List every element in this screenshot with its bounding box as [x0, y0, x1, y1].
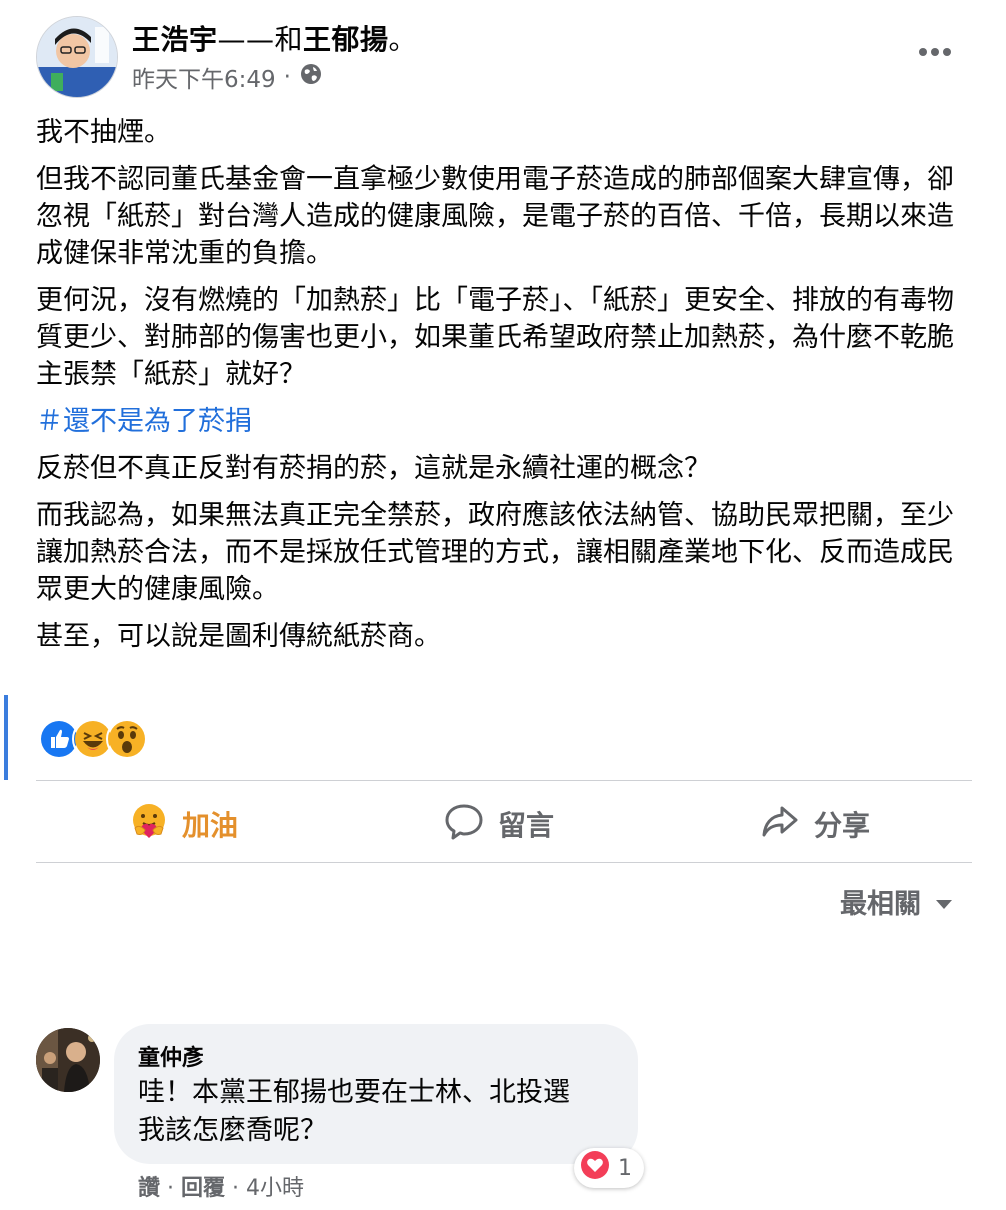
author-name[interactable]: 王浩宇: [132, 23, 218, 56]
divider: [36, 862, 972, 863]
post-paragraph: 反菸但不真正反對有菸捐的菸，這就是永續社運的概念？: [36, 453, 711, 484]
with-dash: ——: [217, 23, 275, 56]
commenter-name[interactable]: 童仲彥: [138, 1040, 204, 1072]
tagged-name[interactable]: 王郁揚: [303, 23, 389, 56]
comment-reaction-badge[interactable]: 1: [574, 1148, 644, 1188]
comment-like-link[interactable]: 讚: [138, 1176, 160, 1201]
post-paragraph: 而我認為，如果無法真正完全禁菸，政府應該依法納管、協助民眾把關，至少讓加熱菸合法…: [36, 500, 954, 605]
with-word: 和: [274, 23, 304, 56]
meta-separator: ·: [283, 64, 291, 90]
post-meta: 昨天下午6:49 ·: [132, 60, 323, 94]
comment-text: 哇！本黨王郁揚也要在士林、北投選 我該怎麼喬呢？: [138, 1074, 638, 1150]
wow-reaction-icon: [106, 718, 148, 760]
avatar-image: [37, 17, 117, 97]
cheer-button[interactable]: 加油: [130, 800, 238, 848]
reaction-summary[interactable]: [38, 718, 148, 760]
post-paragraph: 更何況，沒有燃燒的「加熱菸」比「電子菸」、「紙菸」更安全、排放的有毒物質更少、對…: [36, 285, 954, 390]
comment-line: 哇！本黨王郁揚也要在士林、北投選: [138, 1077, 570, 1108]
post-paragraph: 我不抽煙。: [36, 117, 171, 148]
care-icon: [130, 802, 168, 847]
comment-label: 留言: [498, 809, 555, 842]
comment-reaction-count: 1: [618, 1155, 632, 1181]
more-options-button[interactable]: [915, 38, 955, 66]
divider: [36, 780, 972, 781]
more-icon: [919, 48, 951, 56]
share-icon: [760, 801, 800, 848]
left-edge: [0, 0, 6, 1210]
sep: ·: [225, 1176, 246, 1201]
focus-indicator-bar: [4, 695, 8, 780]
comment-icon: [444, 801, 484, 848]
comment-time[interactable]: 4小時: [246, 1176, 304, 1201]
share-button[interactable]: 分享: [760, 800, 870, 848]
share-label: 分享: [814, 809, 871, 842]
cheer-label: 加油: [182, 809, 239, 842]
comment-sort-dropdown[interactable]: 最相關: [840, 882, 953, 921]
comment-reply-link[interactable]: 回覆: [181, 1176, 225, 1201]
post-paragraph: 但我不認同董氏基金會一直拿極少數使用電子菸造成的肺部個案大肆宣傳，卻忽視「紙菸」…: [36, 164, 954, 269]
globe-icon[interactable]: [299, 62, 323, 92]
commenter-avatar[interactable]: [36, 1028, 100, 1092]
sort-label: 最相關: [840, 889, 921, 920]
caret-down-icon: [935, 886, 953, 917]
post-timestamp[interactable]: 昨天下午6:49: [132, 60, 276, 94]
post-author-line: 王浩宇——和王郁揚。: [132, 18, 417, 58]
love-reaction-icon: [580, 1150, 610, 1186]
post-body: 我不抽煙。 但我不認同董氏基金會一直拿極少數使用電子菸造成的肺部個案大肆宣傳，卻…: [36, 114, 976, 665]
hashtag-link[interactable]: ＃還不是為了菸捐: [36, 403, 976, 440]
comment-actions: 讚 · 回覆 · 4小時: [138, 1170, 304, 1202]
sep: ·: [160, 1176, 181, 1201]
with-suffix: 。: [388, 23, 418, 56]
post-paragraph: 甚至，可以說是圖利傳統紙菸商。: [36, 621, 441, 652]
author-avatar[interactable]: [36, 16, 118, 98]
comment-line: 我該怎麼喬呢？: [138, 1115, 327, 1146]
commenter-avatar-image: [36, 1028, 100, 1092]
comment-button[interactable]: 留言: [444, 800, 554, 848]
